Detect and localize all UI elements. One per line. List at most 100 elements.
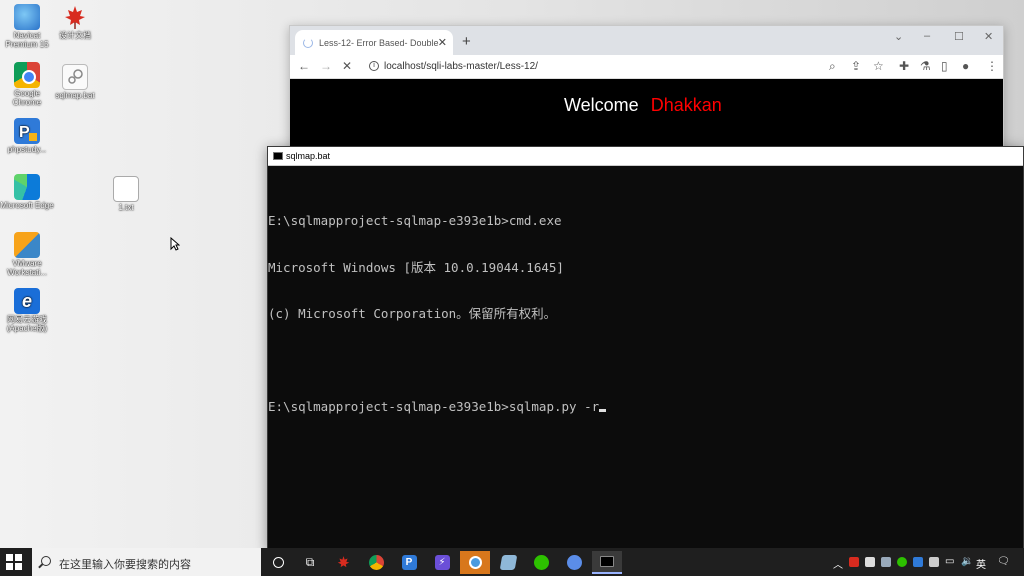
tray-security-icon[interactable]	[913, 557, 923, 567]
site-info-icon[interactable]: i	[369, 61, 379, 71]
ie-icon: e	[14, 288, 40, 314]
chrome-icon	[368, 555, 384, 570]
phpstudy-icon: P	[401, 555, 417, 570]
browser-toolbar: ← → ✕ i localhost/sqli-labs-master/Less-…	[290, 55, 1003, 79]
desktop-icon-label: 1.txt	[118, 203, 134, 212]
cmd-line: E:\sqlmapproject-sqlmap-e393e1b>sqlmap.p…	[268, 399, 600, 414]
browser-window[interactable]: Less-12- Error Based- Double ✕ + ⌄ – ☐ ✕…	[289, 25, 1004, 155]
desktop-icon-edge[interactable]: Microsoft Edge	[0, 174, 54, 210]
browser-app-icon	[566, 555, 582, 570]
desktop-icon-label: Microsoft Edge	[0, 201, 54, 210]
browser-tab-bar: Less-12- Error Based- Double ✕ + ⌄ – ☐ ✕	[290, 26, 1003, 55]
address-bar[interactable]: i localhost/sqli-labs-master/Less-12/	[365, 57, 895, 77]
search-placeholder: 在这里输入你要搜索的内容	[59, 559, 191, 571]
navicat-icon	[14, 4, 40, 30]
browser-tab[interactable]: Less-12- Error Based- Double ✕	[295, 30, 453, 55]
desktop-icon-label: VMware Workstati...	[7, 259, 47, 277]
stop-loading-icon[interactable]: ✕	[342, 59, 352, 73]
taskbar-search-box[interactable]: 在这里输入你要搜索的内容	[32, 548, 261, 576]
bookmark-star-icon[interactable]: ☆	[873, 59, 884, 73]
tab-search-icon[interactable]: ⌄	[894, 30, 903, 43]
taskbar-app-notepad[interactable]	[493, 551, 523, 574]
command-prompt-window[interactable]: sqlmap.bat E:\sqlmapproject-sqlmap-e393e…	[267, 146, 1024, 549]
desktop-icon-label: sqlmap.bat	[55, 91, 95, 100]
svg-text:P: P	[19, 124, 30, 141]
cmd-line	[268, 353, 1023, 369]
extension-pin-icon[interactable]: ⚗	[920, 59, 931, 73]
cortana-icon	[272, 557, 284, 568]
cmd-output[interactable]: E:\sqlmapproject-sqlmap-e393e1b>cmd.exe …	[268, 166, 1023, 446]
menu-kebab-icon[interactable]: ⋮	[986, 59, 998, 73]
taskbar-app-wechat[interactable]	[526, 551, 556, 574]
cmd-title-bar[interactable]: sqlmap.bat	[268, 147, 1023, 166]
task-view-button[interactable]: ⧉	[295, 551, 325, 574]
share-icon[interactable]: ⇪	[851, 59, 861, 73]
maximize-icon[interactable]: ☐	[954, 30, 964, 43]
vmware-icon	[14, 232, 40, 258]
extensions-icon[interactable]: ✚	[899, 59, 909, 73]
tray-notification-icon[interactable]	[865, 557, 875, 567]
back-icon[interactable]: ←	[298, 59, 310, 73]
console-icon	[273, 152, 283, 160]
tab-title: Less-12- Error Based- Double	[319, 38, 439, 48]
taskbar-app-browser2[interactable]	[559, 551, 589, 574]
magnifier-app-icon	[468, 556, 482, 569]
taskbar-app-chrome[interactable]	[361, 551, 391, 574]
forward-icon[interactable]: →	[320, 59, 332, 73]
bolt-icon: ⚡	[434, 555, 450, 570]
desktop-icon-label: Google Chrome	[12, 89, 42, 107]
new-tab-button[interactable]: +	[462, 33, 471, 50]
taskbar-app-phpstudy[interactable]: P	[394, 551, 424, 574]
input-method-indicator[interactable]: 英	[976, 556, 986, 571]
batch-file-icon	[62, 64, 88, 90]
cortana-button[interactable]	[263, 551, 293, 574]
desktop-icon-vmware[interactable]: VMware Workstati...	[0, 232, 54, 277]
taskbar-app-cmd[interactable]	[592, 551, 622, 574]
desktop-icon-navicat[interactable]: Navicat Premium 15	[0, 4, 54, 49]
network-icon[interactable]: ▭	[945, 556, 954, 567]
desktop-icon-design-docs[interactable]: 设计文档	[48, 4, 102, 40]
edge-icon	[14, 174, 40, 200]
desktop-icon-label: 网易云游戏 (Apache版)	[6, 315, 48, 333]
desktop-icon-label: 设计文档	[59, 31, 91, 40]
cmd-line: Microsoft Windows [版本 10.0.19044.1645]	[268, 259, 564, 275]
tray-app-icon[interactable]	[849, 557, 859, 567]
zoom-icon[interactable]: ⌕	[829, 59, 836, 74]
taskbar: 在这里输入你要搜索的内容 ⧉ P ⚡ ︿ ▭ 🔉 英 🗨	[0, 548, 1024, 576]
notepad-icon	[499, 555, 517, 570]
user-name-text: Dhakkan	[650, 95, 722, 115]
desktop-icon-chrome[interactable]: Google Chrome	[0, 62, 54, 107]
wechat-icon	[533, 555, 549, 570]
desktop-icon-sqlmap-bat[interactable]: sqlmap.bat	[48, 64, 102, 100]
taskbar-app-search-tool[interactable]	[460, 551, 490, 574]
side-panel-icon[interactable]: ▯	[941, 59, 948, 73]
task-view-icon: ⧉	[305, 555, 315, 569]
cmd-line: E:\sqlmapproject-sqlmap-e393e1b>cmd.exe	[268, 213, 562, 228]
notifications-icon[interactable]: 🗨	[997, 556, 1010, 567]
mouse-pointer-icon	[170, 236, 181, 256]
show-hidden-icons-chevron-icon[interactable]: ︿	[833, 556, 843, 571]
desktop-icon-label: Navicat Premium 15	[5, 31, 49, 49]
profile-avatar-icon[interactable]: ●	[962, 59, 969, 73]
tray-app-icon[interactable]	[929, 557, 939, 567]
taskbar-app-bolt[interactable]: ⚡	[427, 551, 457, 574]
tab-close-icon[interactable]: ✕	[438, 36, 447, 49]
tray-app-icon[interactable]	[881, 557, 891, 567]
taskbar-app-maple[interactable]	[328, 551, 358, 574]
tray-wechat-icon[interactable]	[897, 557, 907, 567]
windows-start-button[interactable]	[6, 554, 22, 570]
windows-logo-icon	[6, 554, 13, 561]
phpstudy-icon: P	[14, 118, 40, 144]
maple-leaf-icon	[62, 4, 88, 30]
cmd-input-line[interactable]: E:\sqlmapproject-sqlmap-e393e1b>sqlmap.p…	[268, 399, 1023, 415]
desktop-icon-txt-file[interactable]: 1.txt	[99, 176, 153, 212]
volume-icon[interactable]: 🔉	[961, 556, 973, 567]
minimize-icon[interactable]: –	[924, 30, 930, 42]
desktop-icon-phpstudy[interactable]: P phpstudy...	[0, 118, 54, 154]
welcome-text: Welcome	[564, 95, 639, 115]
address-url: localhost/sqli-labs-master/Less-12/	[384, 61, 538, 72]
desktop-icon-ie[interactable]: e 网易云游戏 (Apache版)	[0, 288, 54, 333]
cmd-line: (c) Microsoft Corporation。保留所有权利。	[268, 306, 557, 321]
web-page-content: Welcome Dhakkan	[290, 79, 1003, 154]
close-icon[interactable]: ✕	[984, 30, 993, 43]
